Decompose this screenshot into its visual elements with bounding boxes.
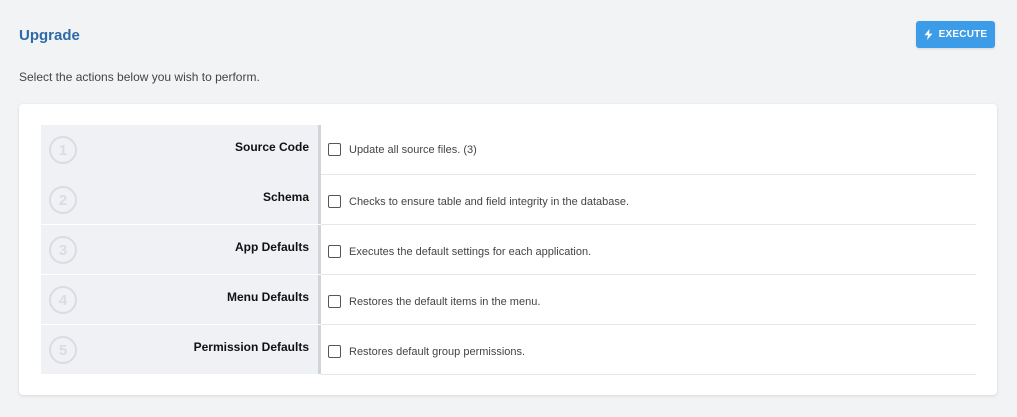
action-row-app-defaults: 3 App Defaults Executes the default sett… <box>41 225 976 275</box>
action-row-schema: 2 Schema Checks to ensure table and fiel… <box>41 175 976 225</box>
action-description: Restores the default items in the menu. <box>349 295 541 308</box>
action-option: Restores default group permissions. <box>321 325 976 375</box>
action-description: Executes the default settings for each a… <box>349 245 592 258</box>
action-row-source-code: 1 Source Code Update all source files. (… <box>41 125 976 175</box>
action-option: Update all source files. (3) <box>321 125 976 175</box>
source-code-checkbox[interactable] <box>328 143 341 156</box>
action-description: Checks to ensure table and field integri… <box>349 195 630 208</box>
permission-defaults-checkbox[interactable] <box>328 345 341 358</box>
lightning-bolt-icon <box>924 29 933 40</box>
step-number: 5 <box>49 336 77 364</box>
action-row-permission-defaults: 5 Permission Defaults Restores default g… <box>41 325 976 375</box>
action-description: Update all source files. (3) <box>349 143 477 156</box>
instructions-text: Select the actions below you wish to per… <box>19 70 260 84</box>
step-number: 4 <box>49 286 77 314</box>
action-label: Schema <box>262 190 309 204</box>
step-number: 1 <box>49 136 77 164</box>
action-option: Restores the default items in the menu. <box>321 275 976 325</box>
action-option: Checks to ensure table and field integri… <box>321 175 976 225</box>
step-number: 2 <box>49 186 77 214</box>
action-header: 1 Source Code <box>41 125 321 175</box>
menu-defaults-checkbox[interactable] <box>328 295 341 308</box>
execute-button[interactable]: EXECUTE <box>916 21 995 48</box>
action-option: Executes the default settings for each a… <box>321 225 976 275</box>
actions-list: 1 Source Code Update all source files. (… <box>41 125 976 375</box>
action-description: Restores default group permissions. <box>349 345 526 358</box>
schema-checkbox[interactable] <box>328 195 341 208</box>
app-defaults-checkbox[interactable] <box>328 245 341 258</box>
step-number: 3 <box>49 236 77 264</box>
action-label: App Defaults <box>234 240 309 254</box>
upgrade-page: Upgrade EXECUTE Select the actions below… <box>0 0 1017 417</box>
action-header: 3 App Defaults <box>41 225 321 274</box>
action-header: 5 Permission Defaults <box>41 325 321 374</box>
action-header: 2 Schema <box>41 175 321 224</box>
action-label: Permission Defaults <box>193 340 309 354</box>
execute-button-label: EXECUTE <box>938 29 988 40</box>
action-label: Source Code <box>234 140 309 154</box>
action-row-menu-defaults: 4 Menu Defaults Restores the default ite… <box>41 275 976 325</box>
page-title: Upgrade <box>19 27 80 44</box>
action-label: Menu Defaults <box>226 290 309 304</box>
actions-card: 1 Source Code Update all source files. (… <box>19 104 997 395</box>
action-header: 4 Menu Defaults <box>41 275 321 324</box>
